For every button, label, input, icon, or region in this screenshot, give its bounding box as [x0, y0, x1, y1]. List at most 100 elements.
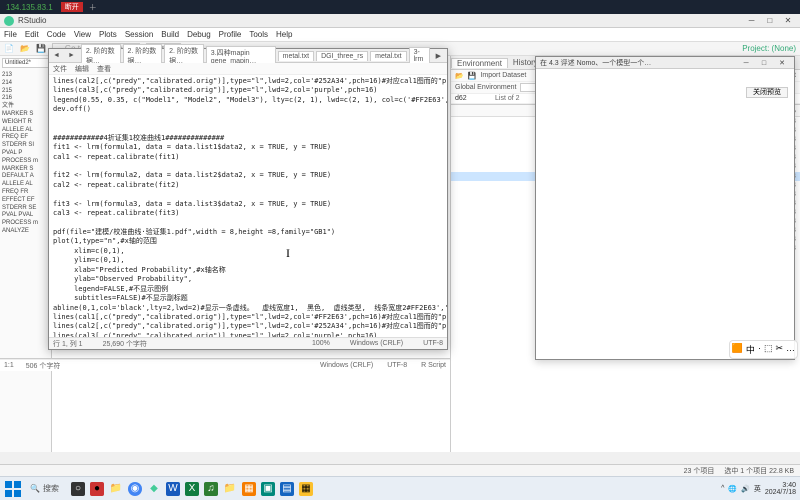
app-icon-5[interactable]: ◆ [147, 482, 161, 496]
app-icon-9[interactable]: 📁 [223, 482, 237, 496]
line-ending[interactable]: Windows (CRLF) [350, 340, 403, 347]
badge-0[interactable]: 🟧 [732, 343, 743, 356]
editor-tab-5[interactable]: DGI_three_rs [316, 51, 368, 61]
badge-4[interactable]: ✂ [775, 343, 783, 356]
new-file-icon[interactable]: 📄 [4, 44, 14, 53]
left-line: WEIGHT R [2, 119, 49, 127]
editor-tab-4[interactable]: metal.txt [278, 51, 314, 61]
left-line: ANALYZE [2, 228, 49, 236]
tray-network-icon[interactable]: 🌐 [728, 485, 737, 493]
sec-close-button[interactable]: ✕ [774, 59, 790, 67]
ime-badges[interactable]: 🟧 中 · ⬚ ✂ … [729, 340, 798, 359]
app-icon-7[interactable]: X [185, 482, 199, 496]
menu-file[interactable]: File [4, 30, 17, 39]
bottom-lang[interactable]: R Script [421, 362, 446, 369]
bottom-encoding: Windows (CRLF) [320, 362, 373, 369]
remote-add-tab[interactable]: ＋ [89, 2, 97, 13]
badge-3[interactable]: ⬚ [764, 343, 773, 356]
left-line: 文件 [2, 103, 49, 111]
app-icon-13[interactable]: ▦ [299, 482, 313, 496]
left-source-pane: Untitled2* 213214215216文件MARKER SWEIGHT … [0, 56, 52, 452]
badge-5[interactable]: … [786, 343, 795, 356]
editor-tab-strip: ◄ ► 2. 阶的数据… 2. 阶的数据… 2. 阶的数据… 3.四种mapin… [49, 49, 447, 63]
close-button[interactable]: ✕ [780, 16, 796, 25]
app-icon-3[interactable]: 📁 [109, 482, 123, 496]
save-icon[interactable]: 💾 [36, 44, 46, 53]
editor-tab-active[interactable]: 3-lrm [409, 47, 430, 64]
app-icon-12[interactable]: ▤ [280, 482, 294, 496]
editor-tab-6[interactable]: metal.txt [370, 51, 406, 61]
project-indicator[interactable]: Project: (None) [742, 44, 796, 53]
menu-view[interactable]: View [74, 30, 91, 39]
tray-chevron-icon[interactable]: ^ [721, 485, 724, 492]
open-icon[interactable]: 📂 [20, 44, 30, 53]
left-line: EFFECT EF [2, 197, 49, 205]
window-controls: ─ □ ✕ [744, 16, 796, 25]
text-cursor: I [286, 246, 290, 261]
left-line: 213 [2, 72, 49, 80]
remote-desktop-bar: 134.135.83.1 断开 ＋ [0, 0, 800, 14]
start-button[interactable] [4, 480, 22, 498]
menu-tools[interactable]: Tools [249, 30, 268, 39]
file-encoding[interactable]: UTF-8 [423, 340, 443, 347]
app-icon-8[interactable]: ♫ [204, 482, 218, 496]
taskbar-clock[interactable]: 3:40 2024/7/18 [765, 482, 796, 496]
ime-indicator[interactable]: 英 [754, 484, 761, 494]
taskbar-apps: ○ ● 📁 ◉ ◆ W X ♫ 📁 ▦ ▣ ▤ ▦ [71, 482, 313, 496]
editor-status-bar: 行 1, 列 1 25,690 个字符 100% Windows (CRLF) … [49, 337, 447, 349]
remote-disconnect-button[interactable]: 断开 [61, 2, 83, 12]
app-icon-4[interactable]: ◉ [128, 482, 142, 496]
app-icon-2[interactable]: ● [90, 482, 104, 496]
run-icon[interactable]: ▶ [430, 52, 447, 60]
close-preview-button[interactable]: 关闭预览 [746, 87, 788, 98]
maximize-button[interactable]: □ [762, 16, 778, 25]
app-icon-6[interactable]: W [166, 482, 180, 496]
tray-volume-icon[interactable]: 🔊 [741, 485, 750, 493]
load-icon[interactable]: 📂 [455, 72, 464, 80]
editor-window: ◄ ► 2. 阶的数据… 2. 阶的数据… 2. 阶的数据… 3.四种mapin… [48, 48, 448, 350]
badge-2[interactable]: · [758, 343, 761, 356]
import-dataset-button[interactable]: Import Dataset [480, 72, 526, 79]
global-env-selector[interactable]: Global Environment [455, 84, 516, 91]
menu-session[interactable]: Session [125, 30, 153, 39]
mini-view[interactable]: 查看 [97, 64, 111, 74]
menu-edit[interactable]: Edit [25, 30, 39, 39]
menu-build[interactable]: Build [161, 30, 179, 39]
app-title-bar: RStudio ─ □ ✕ [0, 14, 800, 28]
item-count: 23 个项目 [684, 466, 715, 476]
char-count: 25,690 个字符 [103, 339, 147, 349]
save-ws-icon[interactable]: 💾 [468, 72, 477, 80]
left-line: PVAL PVAL [2, 212, 49, 220]
left-line: PROCESS m [2, 158, 49, 166]
explorer-status-bar: 23 个项目 选中 1 个项目 22.8 KB [0, 464, 800, 476]
bottom-note: 506 个字符 [26, 361, 61, 371]
left-tab[interactable]: Untitled2* [2, 58, 49, 68]
zoom-level[interactable]: 100% [312, 340, 330, 347]
menu-plots[interactable]: Plots [99, 30, 117, 39]
menu-code[interactable]: Code [47, 30, 66, 39]
mini-edit[interactable]: 编辑 [75, 64, 89, 74]
bottom-cursor-pos: 1:1 [4, 362, 14, 369]
left-line: STDERR SE [2, 205, 49, 213]
minimize-button[interactable]: ─ [744, 16, 760, 25]
code-editor[interactable]: lines(cal2[,c("predy","calibrated.orig")… [49, 75, 447, 337]
left-line: PROCESS m [2, 220, 49, 228]
menu-profile[interactable]: Profile [219, 30, 242, 39]
badge-1[interactable]: 中 [746, 343, 755, 356]
app-icon-1[interactable]: ○ [71, 482, 85, 496]
nav-back-icon[interactable]: ◄ [49, 52, 64, 59]
menu-help[interactable]: Help [276, 30, 292, 39]
sec-min-button[interactable]: ─ [738, 60, 754, 67]
nav-fwd-icon[interactable]: ► [64, 52, 79, 59]
app-icon-11[interactable]: ▣ [261, 482, 275, 496]
secondary-title: 在 4.3 评述 Nomo、一个模型一个… [540, 58, 651, 68]
sec-max-button[interactable]: □ [756, 60, 772, 67]
app-icon-10[interactable]: ▦ [242, 482, 256, 496]
mini-file[interactable]: 文件 [53, 64, 67, 74]
tab-environment[interactable]: Environment [451, 58, 508, 68]
left-line: FREQ EF [2, 134, 49, 142]
menu-debug[interactable]: Debug [187, 30, 211, 39]
search-icon: 🔍 [30, 484, 40, 493]
taskbar-search[interactable]: 🔍 搜索 [26, 483, 63, 494]
left-line: 215 [2, 88, 49, 96]
